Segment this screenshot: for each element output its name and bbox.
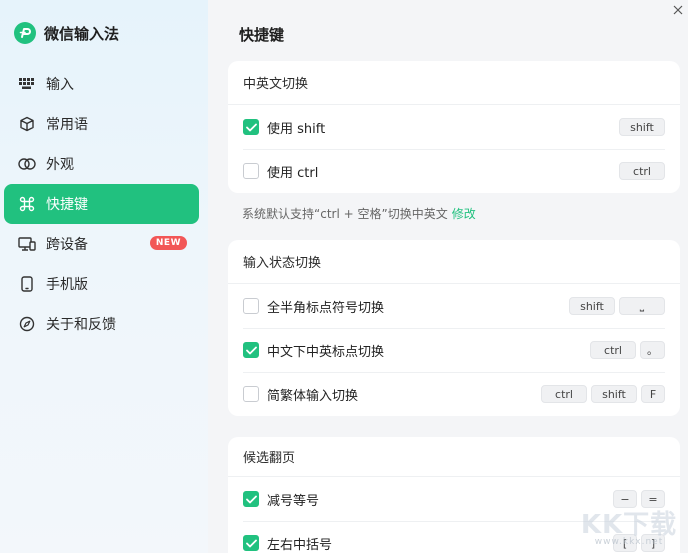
cube-icon bbox=[18, 115, 36, 133]
compass-icon bbox=[18, 315, 36, 333]
option-label: 减号等号 bbox=[267, 493, 320, 509]
key-cap: ⎵ bbox=[619, 297, 665, 315]
sidebar-item-label: 跨设备 bbox=[46, 237, 88, 253]
key-combo[interactable]: shift bbox=[619, 118, 665, 136]
new-badge: NEW bbox=[149, 236, 187, 250]
sidebar-item-shortcuts[interactable]: 快捷键 bbox=[4, 184, 199, 224]
brand: 微信输入法 bbox=[14, 22, 119, 44]
app-title: 微信输入法 bbox=[44, 24, 120, 43]
check-icon bbox=[245, 123, 257, 131]
sidebar-item-about[interactable]: 关于和反馈 bbox=[4, 304, 199, 344]
page-title: 快捷键 bbox=[239, 26, 285, 44]
sidebar-item-mobile[interactable]: 手机版 bbox=[4, 264, 199, 304]
main-panel: 快捷键 中英文切换 使用 shift shift 使用 ctrl ctrl 系统… bbox=[208, 0, 688, 553]
sidebar-item-label: 快捷键 bbox=[46, 197, 88, 213]
sidebar-item-label: 外观 bbox=[46, 157, 74, 173]
check-icon bbox=[245, 495, 257, 503]
checkbox[interactable] bbox=[243, 535, 259, 551]
devices-icon bbox=[18, 235, 36, 253]
checkbox[interactable] bbox=[243, 386, 259, 402]
option-row: 全半角标点符号切换 shift ⎵ bbox=[228, 284, 680, 328]
overlap-circles-icon bbox=[18, 155, 36, 173]
checkbox[interactable] bbox=[243, 163, 259, 179]
option-label: 使用 ctrl bbox=[267, 165, 319, 181]
section-cn-en-switch: 中英文切换 使用 shift shift 使用 ctrl ctrl bbox=[228, 61, 680, 193]
section-header: 中英文切换 bbox=[228, 61, 680, 105]
settings-window: 微信输入法 输入 常用语 外观 快捷键 跨设备 NEW 手机版 关于和反馈 快捷… bbox=[0, 0, 688, 553]
option-label: 左右中括号 bbox=[267, 537, 333, 553]
note-text: 系统默认支持“ctrl + 空格”切换中英文 bbox=[242, 207, 448, 221]
option-row: 简繁体输入切换 ctrl shift F bbox=[228, 372, 680, 416]
option-label: 全半角标点符号切换 bbox=[267, 300, 385, 316]
key-cap: shift bbox=[569, 297, 615, 315]
key-combo[interactable]: ctrl 。 bbox=[590, 341, 665, 359]
sidebar-item-label: 手机版 bbox=[46, 277, 88, 293]
close-icon bbox=[673, 5, 683, 15]
command-icon bbox=[18, 195, 36, 213]
option-row: 使用 ctrl ctrl bbox=[228, 149, 680, 193]
key-combo[interactable]: ctrl bbox=[619, 162, 665, 180]
sidebar-item-cross-device[interactable]: 跨设备 NEW bbox=[4, 224, 199, 264]
section-header: 输入状态切换 bbox=[228, 240, 680, 284]
option-label: 中文下中英标点切换 bbox=[267, 344, 385, 360]
sidebar-item-input[interactable]: 输入 bbox=[4, 64, 199, 104]
check-icon bbox=[245, 539, 257, 547]
check-icon bbox=[245, 346, 257, 354]
default-shortcut-note: 系统默认支持“ctrl + 空格”切换中英文 修改 bbox=[242, 205, 476, 222]
option-row: 使用 shift shift bbox=[228, 105, 680, 149]
phone-icon bbox=[18, 275, 36, 293]
watermark-text: KK下载 bbox=[580, 510, 678, 540]
option-label: 简繁体输入切换 bbox=[267, 388, 359, 404]
checkbox[interactable] bbox=[243, 119, 259, 135]
key-cap: 。 bbox=[640, 341, 665, 359]
section-header: 候选翻页 bbox=[228, 437, 680, 477]
key-cap: ctrl bbox=[541, 385, 587, 403]
keyboard-icon bbox=[18, 75, 36, 93]
wechat-ime-logo-icon bbox=[14, 22, 36, 44]
key-combo[interactable]: shift ⎵ bbox=[569, 297, 665, 315]
option-row: 中文下中英标点切换 ctrl 。 bbox=[228, 328, 680, 372]
sidebar-nav: 输入 常用语 外观 快捷键 跨设备 NEW 手机版 关于和反馈 bbox=[4, 64, 199, 344]
key-combo[interactable]: ctrl shift F bbox=[541, 385, 665, 403]
watermark: KK下载 www.kkx.net bbox=[570, 504, 688, 547]
sidebar: 微信输入法 输入 常用语 外观 快捷键 跨设备 NEW 手机版 关于和反馈 bbox=[0, 0, 208, 553]
key-cap: F bbox=[641, 385, 665, 403]
sidebar-item-label: 关于和反馈 bbox=[46, 317, 116, 333]
section-input-state-switch: 输入状态切换 全半角标点符号切换 shift ⎵ 中文下中英标点切换 ctrl … bbox=[228, 240, 680, 416]
key-cap: shift bbox=[591, 385, 637, 403]
key-cap: shift bbox=[619, 118, 665, 136]
close-button[interactable] bbox=[670, 2, 686, 18]
option-label: 使用 shift bbox=[267, 121, 326, 137]
checkbox[interactable] bbox=[243, 298, 259, 314]
checkbox[interactable] bbox=[243, 491, 259, 507]
sidebar-item-label: 常用语 bbox=[46, 117, 88, 133]
sidebar-item-label: 输入 bbox=[46, 77, 74, 93]
sidebar-item-phrases[interactable]: 常用语 bbox=[4, 104, 199, 144]
modify-link[interactable]: 修改 bbox=[452, 207, 476, 221]
key-cap: ctrl bbox=[590, 341, 636, 359]
sidebar-item-appearance[interactable]: 外观 bbox=[4, 144, 199, 184]
key-cap: ctrl bbox=[619, 162, 665, 180]
checkbox[interactable] bbox=[243, 342, 259, 358]
